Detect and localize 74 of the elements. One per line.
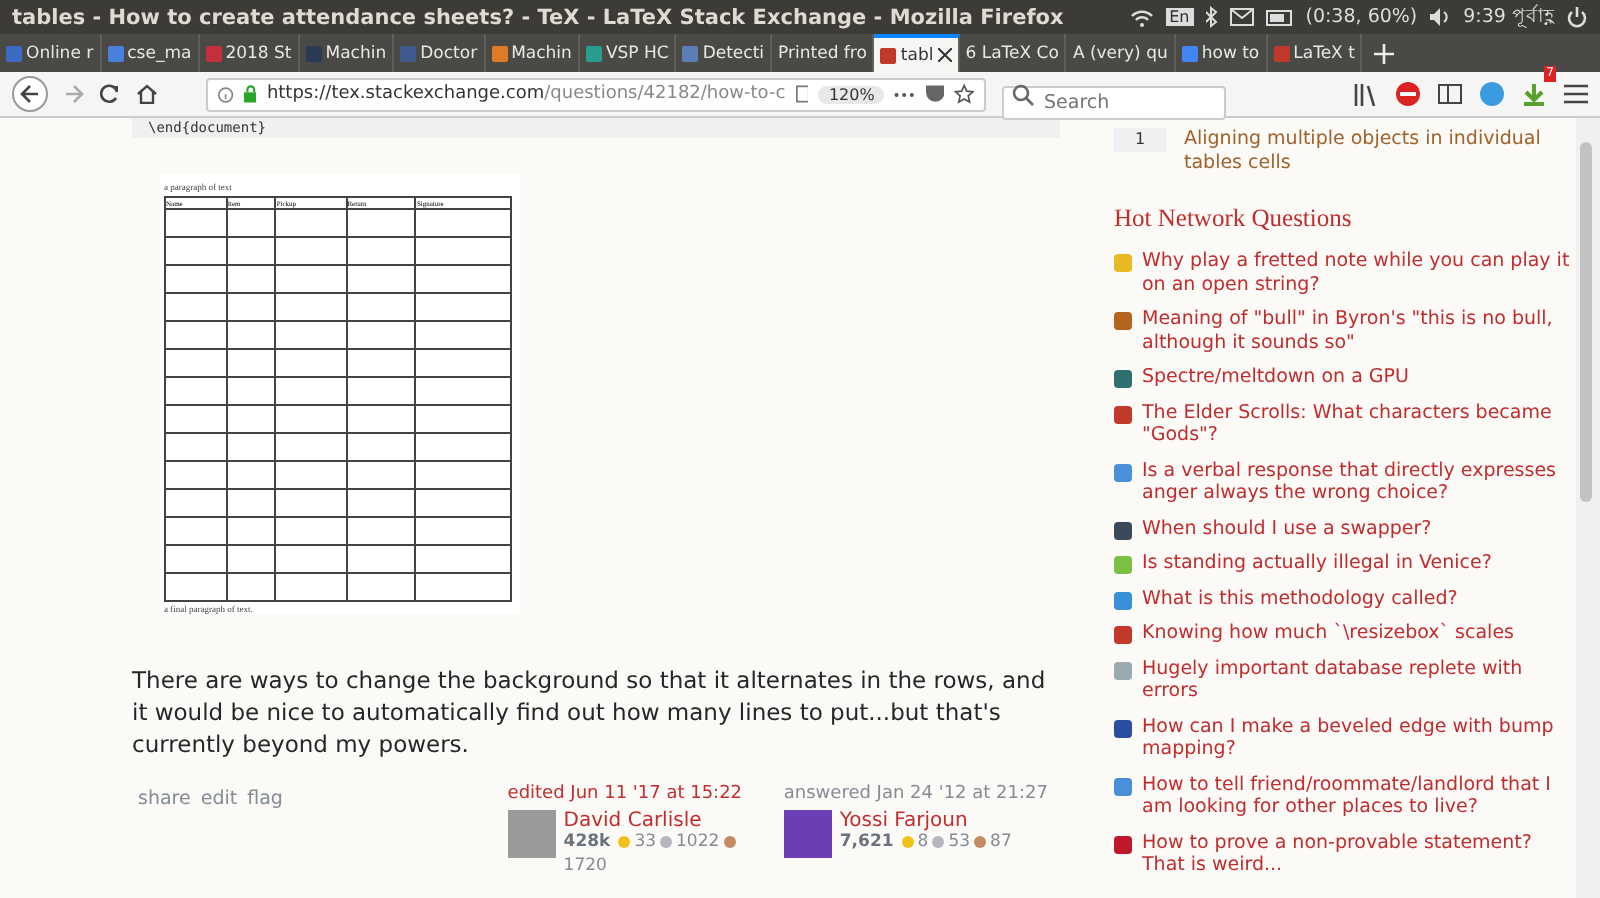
question-link[interactable]: Hugely important database replete with errors [1142,657,1574,703]
vote-count: 1 [1114,128,1166,152]
avatar-placeholder[interactable] [783,810,832,858]
question-link[interactable]: How to prove a non-provable statement? That is weird... [1142,831,1574,877]
power-icon[interactable] [1566,6,1588,28]
user-name[interactable]: David Carlisle [563,810,702,832]
question-link[interactable]: Knowing how much `\resizebox` scales [1142,622,1514,645]
post-text: There are ways to change the background so that it alternates in the rows, and it would be nice to automatically find out how many lines to put...but that's currently beyond my powers. [132,664,1048,760]
zoom-level[interactable]: 120% [818,85,885,103]
battery-status: (0:38, 60%) [1305,6,1418,28]
question-link[interactable]: Spectre/meltdown on a GPU [1142,366,1409,389]
question-link[interactable]: Is standing actually illegal in Venice? [1142,552,1492,575]
library-icon[interactable] [1354,83,1378,105]
badge-count: 87 [990,832,1012,852]
badge-count: 33 [634,832,657,852]
volume-icon[interactable] [1429,8,1452,26]
post-timestamp[interactable]: answered Jan 24 '12 at 21:27 [783,784,1048,804]
badge-count: 1720 [563,856,607,876]
search-icon [1012,83,1034,105]
star-icon[interactable] [953,82,975,106]
address-bar[interactable]: https://tex.stackexchange.com/questions/42182/how-to-c 120% [206,77,986,111]
badge-icon [901,836,914,848]
reader-view-icon[interactable] [795,84,809,104]
question-link[interactable]: Meaning of "bull" in Byron's "this is no bull, although it sounds so" [1142,308,1574,354]
search-field[interactable]: Search [1002,85,1226,119]
close-icon[interactable] [937,48,952,62]
more-icon[interactable] [894,91,915,97]
reload-icon[interactable] [100,84,120,104]
keyboard-indicator[interactable]: En [1165,8,1194,26]
post-action-link[interactable]: edit [200,788,238,810]
browser-tab[interactable]: tabl [874,34,960,72]
mail-icon[interactable] [1229,8,1254,26]
post-action-link[interactable]: flag [247,788,283,810]
menu-icon[interactable] [1564,84,1588,104]
url-text: https://tex.stackexchange.com/questions/42182/how-to-c [266,84,786,104]
question-link[interactable]: When should I use a swapper? [1142,517,1432,540]
download-icon[interactable] [1522,81,1546,105]
question-link[interactable]: Why play a fretted note while you can play it on an open string? [1142,250,1574,296]
question-link[interactable]: The Elder Scrolls: What characters became "Gods"? [1142,401,1574,447]
question-link[interactable]: How can I make a beveled edge with bump mapping? [1142,715,1574,761]
linked-question-link[interactable]: Aligning multiple objects in individual tables cells [1184,128,1574,176]
post-timestamp[interactable]: edited Jun 11 '17 at 15:22 [507,784,743,804]
badge-icon [932,836,945,848]
question-link[interactable]: How to tell friend/roommate/landlord that I am looking for other places to live? [1142,773,1574,819]
back-arrow-icon [20,84,40,104]
reputation: 7,621 [839,832,894,852]
home-icon[interactable] [136,84,158,104]
back-button[interactable] [12,76,48,112]
new-tab-icon[interactable] [1374,43,1395,63]
sidebar-icon[interactable] [1438,84,1462,104]
lock-icon [243,84,257,104]
user-name[interactable]: Yossi Farjoun [839,810,968,832]
badge-count: 53 [948,832,971,852]
question-link[interactable]: Is a verbal response that directly expresses anger always the wrong choice? [1142,459,1574,505]
badge-icon [618,836,631,848]
window-title: tables - How to create attendance sheets? - TeX - LaTeX Stack Exchange - Mozilla Firefox [12,5,1064,29]
badge-count: 8 [917,832,929,852]
badge-icon [974,836,987,848]
badge-icon [723,836,736,848]
section-heading: Hot Network Questions [1114,204,1354,234]
badge-icon [660,836,673,848]
stop-sign-icon[interactable] [1396,82,1420,106]
extension-icon[interactable] [1480,82,1504,106]
bluetooth-icon[interactable] [1205,6,1218,28]
scrollbar-thumb[interactable] [1580,142,1592,502]
question-link[interactable]: What is this methodology called? [1142,587,1458,610]
wifi-icon[interactable] [1129,7,1154,27]
info-icon[interactable] [218,85,234,103]
pocket-icon[interactable] [925,84,944,104]
clock[interactable]: 9:39 পূর্বাহ্ণ [1463,2,1554,32]
badge-count: 1022 [676,832,720,852]
reputation: 428k [563,832,611,852]
battery-icon[interactable] [1265,9,1294,25]
post-action-link[interactable]: share [138,788,191,810]
